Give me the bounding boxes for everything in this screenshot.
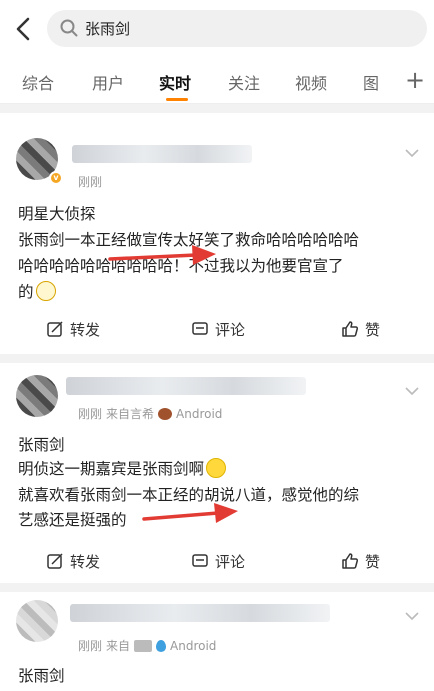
- username-blurred[interactable]: [72, 145, 252, 163]
- comment-button[interactable]: 评论: [191, 551, 245, 572]
- comment-icon: [192, 322, 208, 335]
- back-arrow-icon[interactable]: [8, 12, 40, 46]
- top-bar: 张雨剑: [0, 0, 434, 58]
- source-device-icon: [134, 640, 153, 652]
- tab-following[interactable]: 关注: [228, 70, 260, 94]
- glasses-emoji-icon: [35, 281, 56, 301]
- post-text-tail: 的: [18, 283, 34, 301]
- thumbs-up-icon: [342, 553, 359, 569]
- divider: [0, 583, 434, 592]
- divider: [0, 104, 434, 113]
- post-time: 刚刚: [78, 639, 103, 653]
- tab-users[interactable]: 用户: [92, 70, 124, 94]
- search-query[interactable]: 张雨剑: [85, 18, 130, 39]
- post-text-line: 艺感还是挺强的: [18, 511, 127, 529]
- post-source-prefix: 来自: [106, 639, 131, 653]
- post-meta: 刚刚 来自言希 Android: [78, 405, 226, 422]
- post-card: 刚刚 来自言希 Android 张雨剑 明侦这一期嘉宾是张雨剑啊 就喜欢看张雨剑一本…: [0, 363, 434, 583]
- add-tab-icon[interactable]: +: [405, 66, 425, 94]
- post-card: 刚刚 来自 Android 张雨剑: [0, 592, 434, 691]
- tab-images[interactable]: 图: [363, 70, 379, 94]
- post-source-prefix: 来自言希: [106, 407, 155, 421]
- avatar[interactable]: [16, 600, 58, 642]
- post-actions: 转发 评论 赞: [0, 313, 434, 347]
- repost-icon: [47, 321, 63, 337]
- chevron-down-icon[interactable]: [404, 145, 420, 161]
- water-drop-icon: [156, 640, 167, 652]
- post-time: 刚刚: [78, 175, 103, 189]
- post-actions: 转发 评论 赞: [0, 545, 434, 579]
- like-label: 赞: [365, 553, 381, 571]
- like-button[interactable]: 赞: [341, 319, 380, 340]
- tab-comprehensive[interactable]: 综合: [22, 70, 54, 94]
- comment-label: 评论: [215, 553, 246, 571]
- post-meta: 刚刚 来自 Android: [78, 637, 220, 654]
- post-text-line-last: 的: [18, 281, 56, 303]
- post-text-line: 张雨剑: [18, 436, 65, 454]
- repost-button[interactable]: 转发: [46, 319, 100, 340]
- divider: [0, 354, 434, 363]
- post-text-line: 张雨剑: [18, 667, 65, 685]
- tab-bar: 综合 用户 实时 关注 视频 图 +: [0, 58, 434, 104]
- comment-button[interactable]: 评论: [191, 319, 245, 340]
- repost-label: 转发: [70, 321, 101, 339]
- post-card: v 刚刚 明星大侦探 张雨剑一本正经做宣传太好笑了救命哈哈哈哈哈哈 哈哈哈哈哈哈…: [0, 113, 434, 354]
- post-text-part: 明侦这一期嘉宾是张雨剑啊: [18, 460, 205, 478]
- chevron-down-icon[interactable]: [404, 383, 420, 399]
- post-text-line: 明侦这一期嘉宾是张雨剑啊: [18, 458, 227, 480]
- search-icon: [60, 19, 78, 37]
- comment-label: 评论: [215, 321, 246, 339]
- post-text-line: 明星大侦探: [18, 205, 96, 223]
- tab-realtime[interactable]: 实时: [159, 70, 191, 94]
- red-arrow-annotation-icon: [142, 503, 238, 523]
- thumbs-up-icon: [342, 321, 359, 337]
- repost-button[interactable]: 转发: [46, 551, 100, 572]
- repost-icon: [47, 553, 63, 569]
- smile-emoji-icon: [206, 458, 227, 478]
- chevron-down-icon[interactable]: [404, 608, 420, 624]
- post-time: 刚刚: [78, 407, 103, 421]
- verified-badge-icon: v: [49, 171, 63, 185]
- repost-label: 转发: [70, 553, 101, 571]
- post-meta: 刚刚: [78, 173, 106, 190]
- source-avatar-icon: [158, 408, 173, 420]
- like-button[interactable]: 赞: [341, 551, 380, 572]
- username-blurred[interactable]: [66, 377, 306, 395]
- tab-videos[interactable]: 视频: [295, 70, 327, 94]
- post-source: Android: [176, 407, 223, 421]
- comment-icon: [192, 554, 208, 567]
- red-arrow-annotation-icon: [108, 245, 216, 265]
- username-blurred[interactable]: [70, 604, 330, 622]
- search-bar[interactable]: 张雨剑: [47, 10, 427, 47]
- avatar[interactable]: [16, 375, 58, 417]
- active-tab-indicator: [166, 98, 188, 101]
- like-label: 赞: [365, 321, 381, 339]
- post-source: Android: [170, 639, 217, 653]
